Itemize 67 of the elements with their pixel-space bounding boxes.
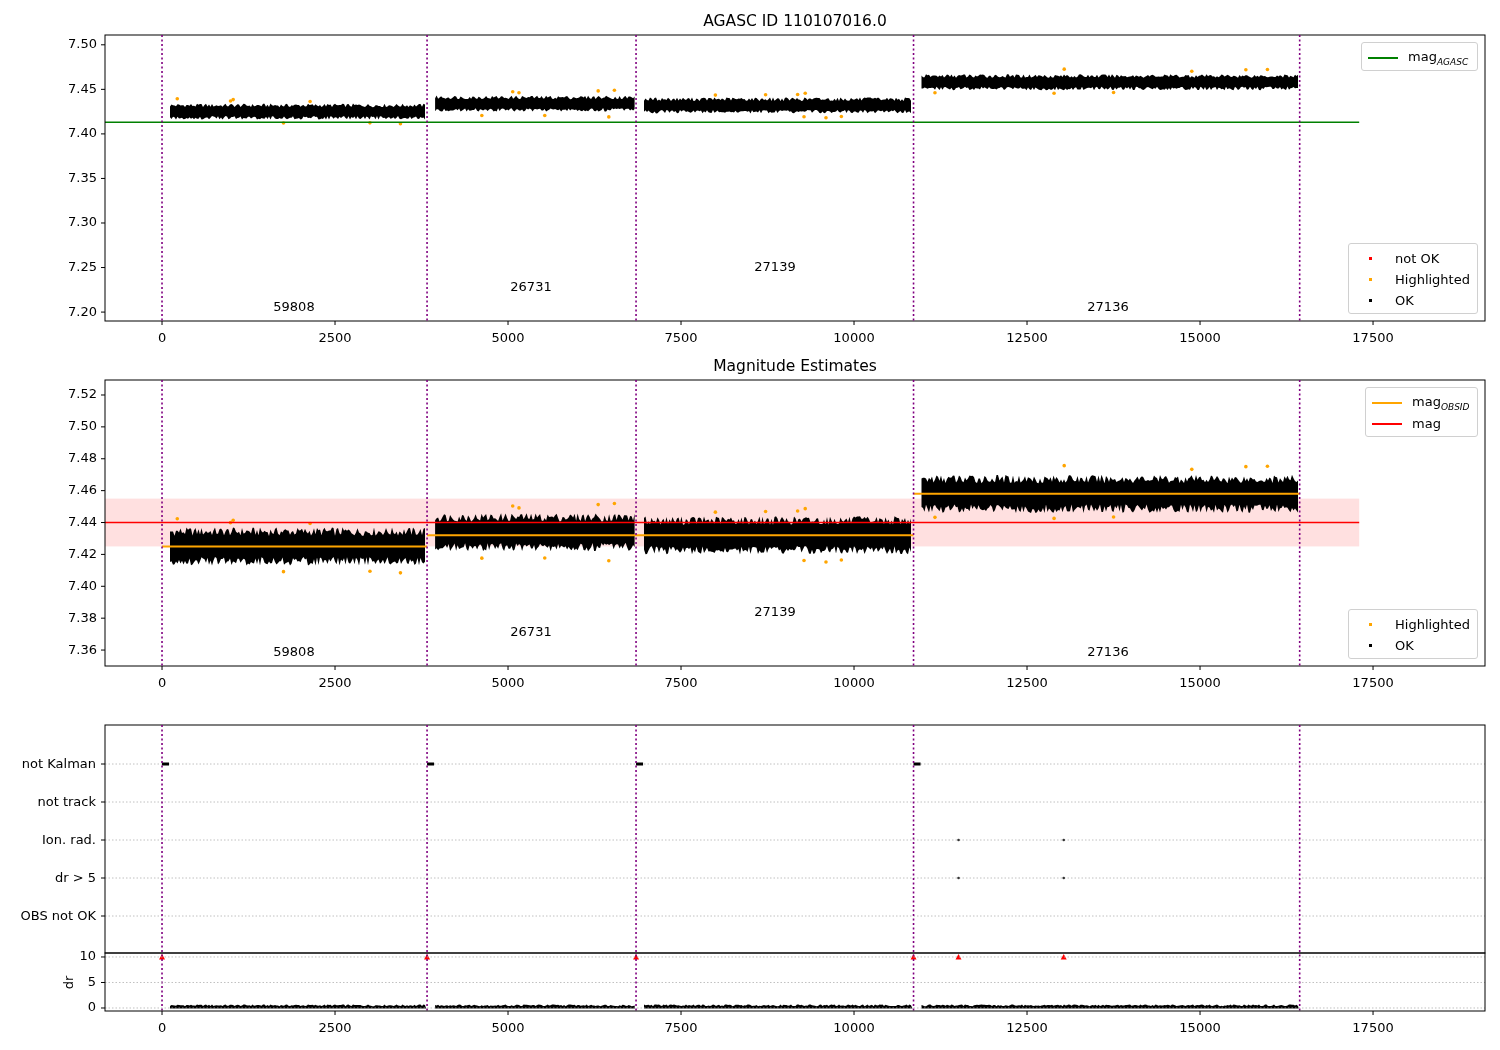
obsid-label: 59808: [273, 298, 315, 314]
axis-tick-label: 0: [157, 329, 167, 345]
axis-label: dr: [61, 975, 77, 990]
legend-label: not OK: [1395, 251, 1440, 266]
axis-tick-label: 5000: [491, 1019, 525, 1035]
axis-tick-label: 12500: [1006, 674, 1048, 690]
axis-tick-label: 15000: [1179, 329, 1221, 345]
axis-tick-label: 7.40: [68, 577, 97, 593]
axis-tick-label: Ion. rad.: [42, 831, 96, 847]
axis-tick-label: 0: [157, 674, 167, 690]
axis-tick-label: 12500: [1006, 1019, 1048, 1035]
axis-tick-label: not Kalman: [21, 755, 96, 771]
axis-tick-label: 10000: [833, 1019, 875, 1035]
chart-title: AGASC ID 110107016.0: [703, 12, 887, 30]
axis-tick-label: 7.52: [68, 386, 97, 402]
axis-tick-label: 2500: [318, 1019, 352, 1035]
axis-tick-label: 7500: [664, 1019, 698, 1035]
axis-tick-label: 12500: [1006, 329, 1048, 345]
axis-tick-label: 17500: [1352, 329, 1394, 345]
obsid-label: 27139: [754, 603, 796, 619]
axis-tick-label: 10: [79, 948, 96, 964]
obsid-label: 26731: [510, 278, 552, 294]
axis-tick-label: 5: [87, 974, 96, 989]
obsid-label: 26731: [510, 623, 552, 639]
axis-tick-label: 7.45: [68, 80, 97, 96]
axis-tick-label: 7.42: [68, 545, 97, 561]
axis-tick-label: 2500: [318, 329, 352, 345]
chart-title: Magnitude Estimates: [713, 357, 877, 375]
obsid-label: 27136: [1087, 643, 1129, 659]
axis-tick-label: 7.25: [68, 259, 97, 275]
legend-label: OK: [1395, 293, 1414, 308]
axis-tick-label: 17500: [1352, 674, 1394, 690]
obsid-label: 27139: [754, 258, 796, 274]
axis-tick-label: 7.50: [68, 418, 97, 434]
axis-tick-label: 7500: [664, 674, 698, 690]
axis-tick-label: 17500: [1352, 1019, 1394, 1035]
axis-tick-label: 5000: [491, 674, 525, 690]
axis-tick-label: 7.20: [68, 303, 97, 319]
axis-tick-label: OBS not OK: [20, 907, 96, 923]
axis-tick-label: 7500: [664, 329, 698, 345]
axis-tick-label: 7.38: [68, 609, 97, 625]
axis-tick-label: 10000: [833, 674, 875, 690]
legend-label: mag$_{AGASC}$: [1408, 48, 1469, 67]
legend-label: OK: [1395, 638, 1414, 653]
axis-tick-label: 7.44: [68, 514, 97, 529]
axis-tick-label: 7.48: [68, 450, 97, 466]
axis-tick-label: 7.46: [68, 482, 97, 498]
axis-tick-label: 7.36: [68, 641, 97, 657]
legend-label: mag: [1412, 416, 1441, 431]
legend-label: Highlighted: [1395, 617, 1470, 632]
axis-tick-label: not track: [37, 793, 96, 809]
axis-tick-label: dr > 5: [54, 869, 96, 885]
axis-tick-label: 7.40: [68, 125, 97, 141]
axis-tick-label: 2500: [318, 674, 352, 690]
obsid-label: 59808: [273, 643, 315, 659]
axis-tick-label: 7.30: [68, 214, 97, 230]
axis-tick-label: 15000: [1179, 674, 1221, 690]
axis-tick-label: 7.50: [68, 36, 97, 52]
axis-tick-label: 5000: [491, 329, 525, 345]
legend-label: Highlighted: [1395, 272, 1470, 287]
axis-tick-label: 0: [157, 1019, 167, 1035]
axis-tick-label: 15000: [1179, 1019, 1221, 1035]
axis-tick-label: 7.35: [68, 169, 97, 185]
axis-tick-label: 10000: [833, 329, 875, 345]
axis-tick-label: 0: [87, 999, 96, 1015]
legend-label: mag$_{OBSID}$: [1412, 393, 1470, 412]
obsid-label: 27136: [1087, 298, 1129, 314]
